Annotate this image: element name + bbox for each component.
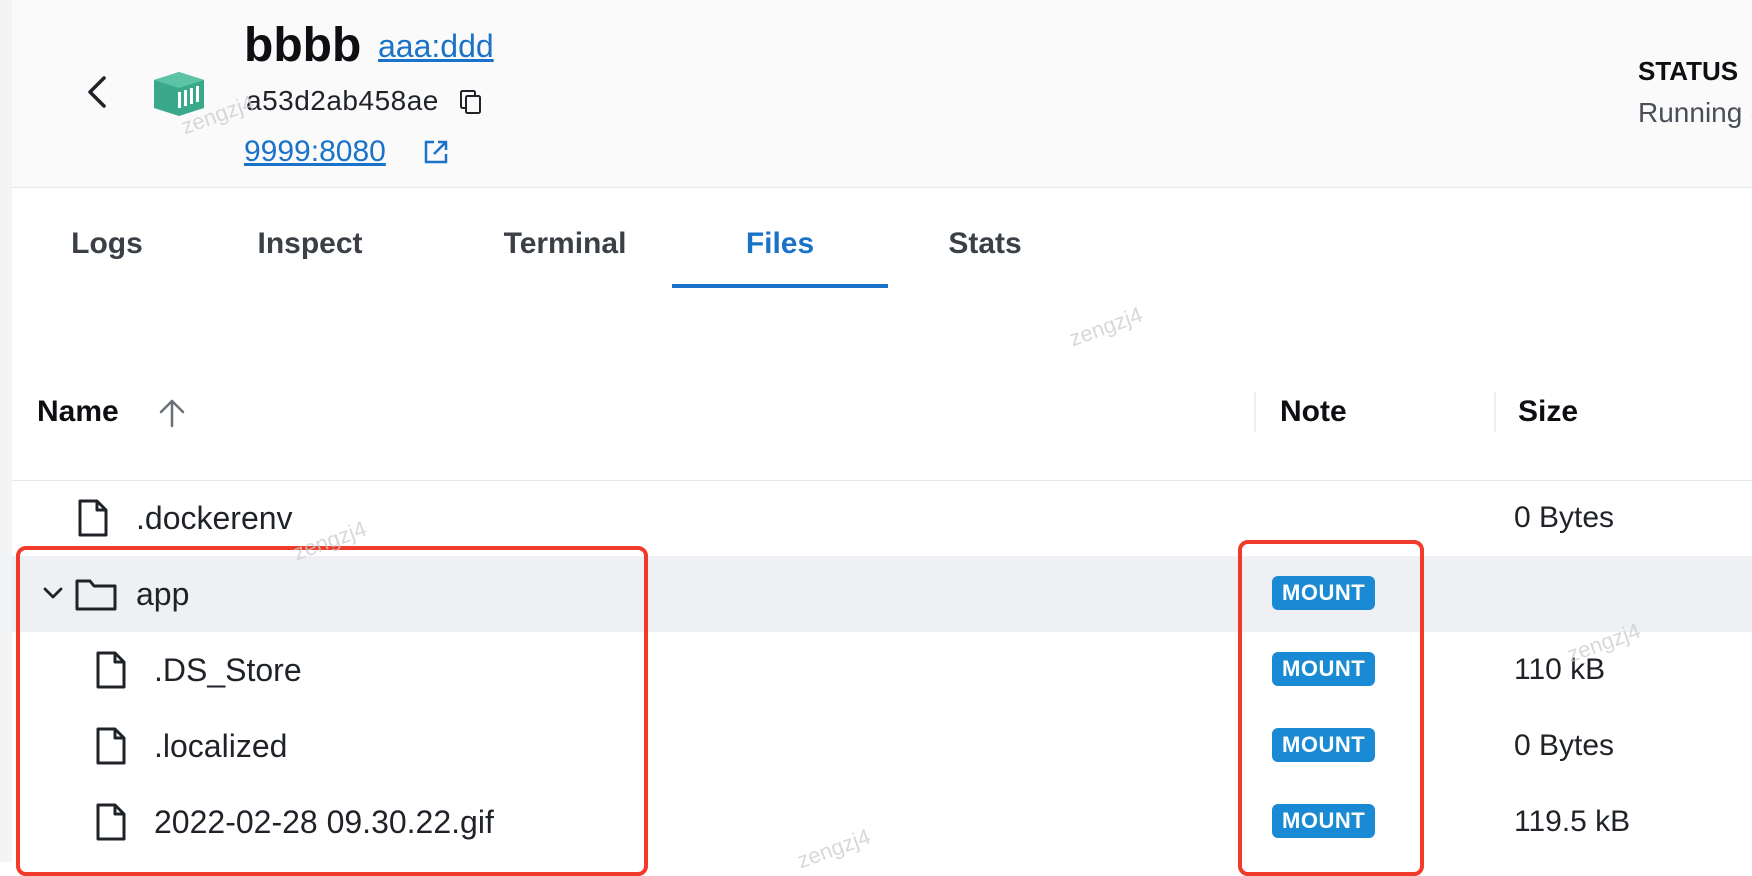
arrow-up-icon[interactable]	[156, 396, 188, 430]
status-label: STATUS	[1638, 56, 1739, 86]
tab-logs[interactable]: Logs	[52, 222, 162, 288]
file-icon	[78, 499, 108, 537]
status-value: Running (	[1638, 97, 1752, 128]
row-name: .dockerenv	[136, 500, 293, 536]
tab-inspect[interactable]: Inspect	[240, 222, 380, 288]
tab-terminal[interactable]: Terminal	[480, 222, 650, 288]
column-divider[interactable]	[1494, 392, 1496, 432]
container-header: bbbb aaa:ddd a53d2ab458ae 9999:8080 STAT…	[12, 0, 1752, 188]
back-arrow-icon[interactable]	[84, 72, 112, 112]
left-rail	[0, 0, 12, 862]
column-header-size[interactable]: Size	[1518, 394, 1578, 430]
container-id: a53d2ab458ae	[246, 85, 439, 116]
port-link[interactable]: 9999:8080	[244, 134, 386, 170]
active-tab-indicator	[672, 284, 888, 288]
container-name: bbbb	[244, 19, 362, 72]
row-size: 0 Bytes	[1514, 501, 1615, 534]
table-row-dockerenv[interactable]: .dockerenv 0 Bytes	[12, 480, 1752, 556]
highlight-box-notes	[1238, 540, 1424, 876]
tab-bar: Logs Inspect Terminal Files Stats	[12, 188, 1752, 288]
row-size: 119.5 kB	[1514, 805, 1631, 838]
image-tag-link[interactable]: aaa:ddd	[378, 26, 494, 66]
files-table-header: Name Note Size	[12, 378, 1752, 481]
column-header-name[interactable]: Name	[37, 394, 119, 430]
column-header-note[interactable]: Note	[1280, 394, 1347, 430]
row-size: 0 Bytes	[1514, 729, 1615, 762]
highlight-box-names	[16, 546, 648, 876]
watermark: zengzj4	[1065, 301, 1146, 352]
column-divider[interactable]	[1254, 392, 1256, 432]
external-link-icon[interactable]	[422, 138, 450, 166]
tab-stats[interactable]: Stats	[930, 222, 1040, 288]
tab-files[interactable]: Files	[712, 222, 848, 288]
copy-icon[interactable]	[458, 88, 484, 116]
